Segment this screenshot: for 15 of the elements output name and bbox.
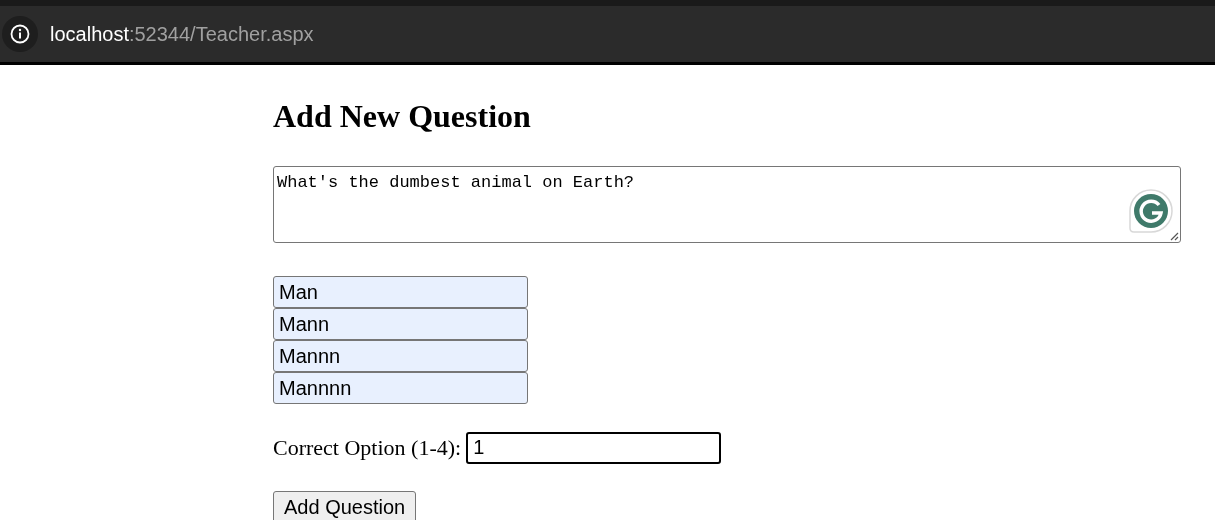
grammarly-icon[interactable] [1128,188,1174,234]
correct-option-input[interactable]: 1 [466,431,722,464]
add-question-button[interactable]: Add Question [273,491,417,520]
question-textarea[interactable]: What's the dumbest animal on Earth? [273,166,1181,243]
info-icon[interactable] [10,24,30,44]
url-host[interactable]: localhost [50,23,129,45]
option-input[interactable]: Mannnn [273,372,528,404]
option-input[interactable]: Man [273,276,528,308]
option-input[interactable]: Mann [273,308,528,340]
correct-option-label: Correct Option (1-4): [273,434,462,462]
url-path[interactable]: :52344/Teacher.aspx [128,23,314,45]
page-heading: Add New Question [273,97,532,135]
question-text: What's the dumbest animal on Earth? [277,173,635,192]
option-input[interactable]: Mannn [273,340,528,372]
resize-handle-icon[interactable] [1169,231,1179,241]
